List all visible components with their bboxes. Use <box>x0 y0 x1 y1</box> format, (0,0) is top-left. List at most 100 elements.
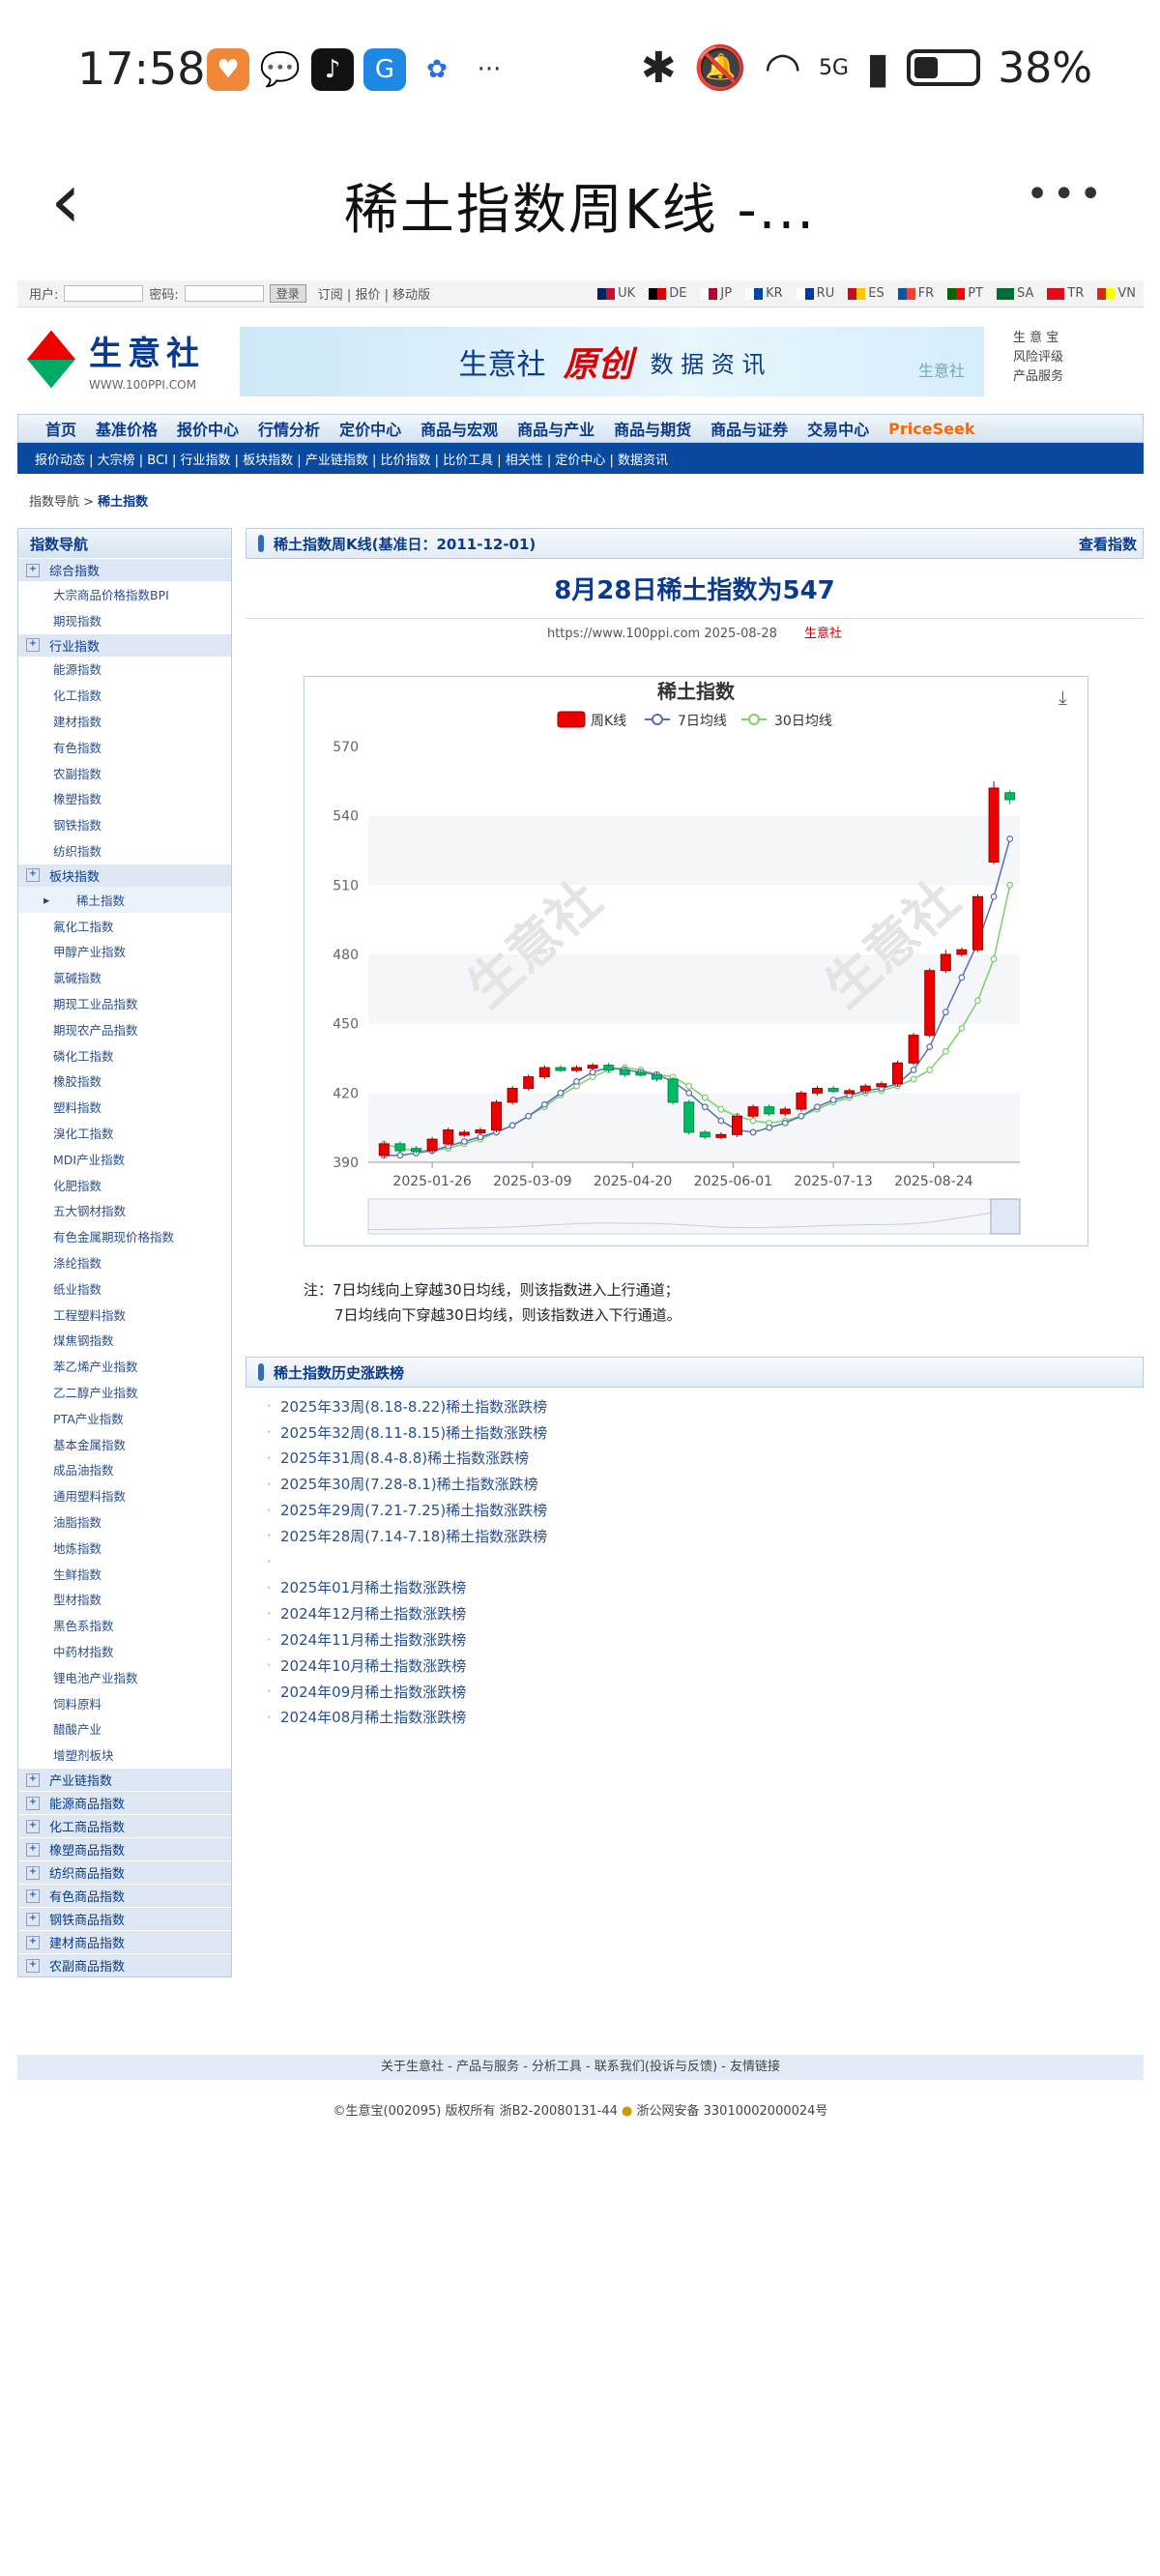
sidebar-item[interactable]: 纸业指数 <box>18 1275 231 1302</box>
footer-links[interactable]: 关于生意社 - 产品与服务 - 分析工具 - 联系我们(投诉与反馈) - 友情链… <box>17 2055 1144 2080</box>
language-de[interactable]: DE <box>649 286 686 301</box>
sidebar-category[interactable]: 行业指数 <box>18 632 231 657</box>
username-input[interactable] <box>64 285 144 302</box>
sidebar-category[interactable]: 化工商品指数 <box>18 1814 231 1838</box>
sidebar-item[interactable]: 橡胶指数 <box>18 1068 231 1095</box>
password-input[interactable] <box>184 285 264 302</box>
language-sa[interactable]: SA <box>997 286 1033 301</box>
police-record[interactable]: 浙公网安备 33010002000024号 <box>637 2104 828 2119</box>
language-uk[interactable]: UK <box>597 286 635 301</box>
header-link[interactable]: 生 意 宝 <box>1013 329 1063 348</box>
main-nav-item[interactable]: 商品与证券 <box>701 417 798 440</box>
sidebar-item[interactable]: 建材指数 <box>18 708 231 734</box>
view-index-link[interactable]: 查看指数 <box>1079 534 1137 554</box>
main-nav-item[interactable]: 商品与期货 <box>604 417 701 440</box>
sidebar-item[interactable]: 塑料指数 <box>18 1094 231 1120</box>
weekly-rank-link[interactable]: 2025年31周(8.4-8.8)稀土指数涨跌榜 <box>267 1446 1144 1472</box>
sidebar-item[interactable]: 基本金属指数 <box>18 1431 231 1457</box>
sidebar-item[interactable]: 磷化工指数 <box>18 1042 231 1068</box>
main-nav-item[interactable]: 商品与产业 <box>508 417 604 440</box>
sidebar-item[interactable]: 饲料原料 <box>18 1690 231 1716</box>
sidebar-item[interactable]: 生鲜指数 <box>18 1561 231 1587</box>
sidebar-item[interactable]: 甲醇产业指数 <box>18 939 231 965</box>
sidebar-item[interactable]: 型材指数 <box>18 1586 231 1612</box>
sidebar-item[interactable]: 能源指数 <box>18 657 231 683</box>
sidebar-category[interactable]: 综合指数 <box>18 558 231 581</box>
sidebar-item[interactable]: 苯乙烯产业指数 <box>18 1353 231 1379</box>
main-nav-item[interactable]: 基准价格 <box>86 417 167 440</box>
sidebar-item[interactable]: 纺织指数 <box>18 837 231 864</box>
sidebar-item[interactable]: PTA产业指数 <box>18 1405 231 1431</box>
weekly-rank-link[interactable]: 2025年32周(8.11-8.15)稀土指数涨跌榜 <box>267 1420 1144 1446</box>
sidebar-item[interactable]: 黑色系指数 <box>18 1612 231 1638</box>
sidebar-item[interactable]: 钢铁指数 <box>18 811 231 837</box>
monthly-rank-link[interactable]: 2024年12月稀土指数涨跌榜 <box>267 1600 1144 1626</box>
sidebar-item[interactable]: MDI产业指数 <box>18 1146 231 1172</box>
header-link[interactable]: 风险评级 <box>1013 348 1063 367</box>
meta-source[interactable]: 生意社 <box>804 627 842 641</box>
main-nav-item[interactable]: 商品与宏观 <box>411 417 508 440</box>
sidebar-item[interactable]: 大宗商品价格指数BPI <box>18 581 231 607</box>
sidebar-item[interactable]: 溴化工指数 <box>18 1120 231 1146</box>
monthly-rank-link[interactable]: 2024年08月稀土指数涨跌榜 <box>267 1705 1144 1731</box>
sidebar-category[interactable]: 有色商品指数 <box>18 1884 231 1908</box>
sidebar-item[interactable]: 橡塑指数 <box>18 786 231 812</box>
monthly-rank-link[interactable]: 2024年11月稀土指数涨跌榜 <box>267 1626 1144 1653</box>
sidebar-item[interactable]: 乙二醇产业指数 <box>18 1379 231 1405</box>
language-es[interactable]: ES <box>848 286 884 301</box>
language-jp[interactable]: JP <box>700 286 732 301</box>
sidebar-item[interactable]: 化工指数 <box>18 682 231 708</box>
sidebar-item[interactable]: 期现指数 <box>18 607 231 633</box>
top-links[interactable]: 订阅 | 报价 | 移动版 <box>318 284 430 303</box>
sidebar-item[interactable]: 油脂指数 <box>18 1508 231 1535</box>
weekly-rank-link[interactable]: 2025年30周(7.28-8.1)稀土指数涨跌榜 <box>267 1471 1144 1497</box>
language-tr[interactable]: TR <box>1047 286 1084 301</box>
sidebar-category[interactable]: 纺织商品指数 <box>18 1860 231 1885</box>
language-kr[interactable]: KR <box>745 286 783 301</box>
weekly-rank-link[interactable]: 2025年29周(7.21-7.25)稀土指数涨跌榜 <box>267 1497 1144 1523</box>
sidebar-item[interactable]: 有色指数 <box>18 734 231 760</box>
ad-banner[interactable]: 生意社 原创 数 据 资 讯 生意社 <box>240 327 984 396</box>
sidebar-item[interactable]: 中药材指数 <box>18 1638 231 1664</box>
monthly-rank-link[interactable]: 2025年01月稀土指数涨跌榜 <box>267 1575 1144 1601</box>
language-fr[interactable]: FR <box>897 286 934 301</box>
monthly-rank-link[interactable]: 2024年09月稀土指数涨跌榜 <box>267 1679 1144 1705</box>
language-ru[interactable]: RU <box>796 286 834 301</box>
sidebar-item[interactable]: 期现农产品指数 <box>18 1016 231 1042</box>
sidebar-item[interactable]: 煤焦钢指数 <box>18 1328 231 1354</box>
sidebar-item[interactable]: 成品油指数 <box>18 1457 231 1483</box>
sidebar-category[interactable]: 农副商品指数 <box>18 1953 231 1977</box>
sidebar-item[interactable]: 五大钢材指数 <box>18 1198 231 1224</box>
sidebar-item[interactable]: 工程塑料指数 <box>18 1302 231 1328</box>
main-nav-item[interactable]: 定价中心 <box>330 417 411 440</box>
language-vn[interactable]: VN <box>1097 286 1136 301</box>
header-link[interactable]: 产品服务 <box>1013 367 1063 387</box>
language-pt[interactable]: PT <box>947 286 983 301</box>
sidebar-category[interactable]: 能源商品指数 <box>18 1791 231 1815</box>
sidebar-category[interactable]: 钢铁商品指数 <box>18 1907 231 1931</box>
sidebar-category[interactable]: 产业链指数 <box>18 1768 231 1792</box>
sidebar-item[interactable]: 通用塑料指数 <box>18 1482 231 1508</box>
main-nav-item[interactable]: 交易中心 <box>798 417 879 440</box>
sidebar-item[interactable]: 锂电池产业指数 <box>18 1664 231 1690</box>
more-menu-icon[interactable]: ••• <box>1026 172 1106 217</box>
sidebar-item[interactable]: 醋酸产业 <box>18 1715 231 1742</box>
sidebar-item[interactable]: 地炼指数 <box>18 1535 231 1561</box>
weekly-rank-link[interactable]: 2025年28周(7.14-7.18)稀土指数涨跌榜 <box>267 1523 1144 1549</box>
sidebar-item[interactable]: 氯碱指数 <box>18 964 231 990</box>
sidebar-category[interactable]: 板块指数 <box>18 863 231 887</box>
sidebar-item[interactable]: 稀土指数 <box>18 886 231 913</box>
sidebar-item[interactable]: 期现工业品指数 <box>18 990 231 1016</box>
breadcrumb-root[interactable]: 指数导航 > <box>29 495 94 510</box>
sidebar-category[interactable]: 橡塑商品指数 <box>18 1837 231 1861</box>
sidebar-item[interactable]: 化肥指数 <box>18 1172 231 1198</box>
monthly-rank-link[interactable]: 2024年10月稀土指数涨跌榜 <box>267 1653 1144 1679</box>
sidebar-item[interactable]: 增塑剂板块 <box>18 1742 231 1768</box>
sidebar-category[interactable]: 建材商品指数 <box>18 1930 231 1954</box>
sidebar-item[interactable]: 涤纶指数 <box>18 1249 231 1275</box>
sidebar-item[interactable]: 有色金属期现价格指数 <box>18 1223 231 1249</box>
main-nav-item[interactable]: 行情分析 <box>248 417 330 440</box>
sidebar-item[interactable]: 农副指数 <box>18 760 231 786</box>
sub-nav[interactable]: 报价动态 | 大宗榜 | BCI | 行业指数 | 板块指数 | 产业链指数 |… <box>17 443 1144 474</box>
login-button[interactable]: 登录 <box>269 284 306 303</box>
